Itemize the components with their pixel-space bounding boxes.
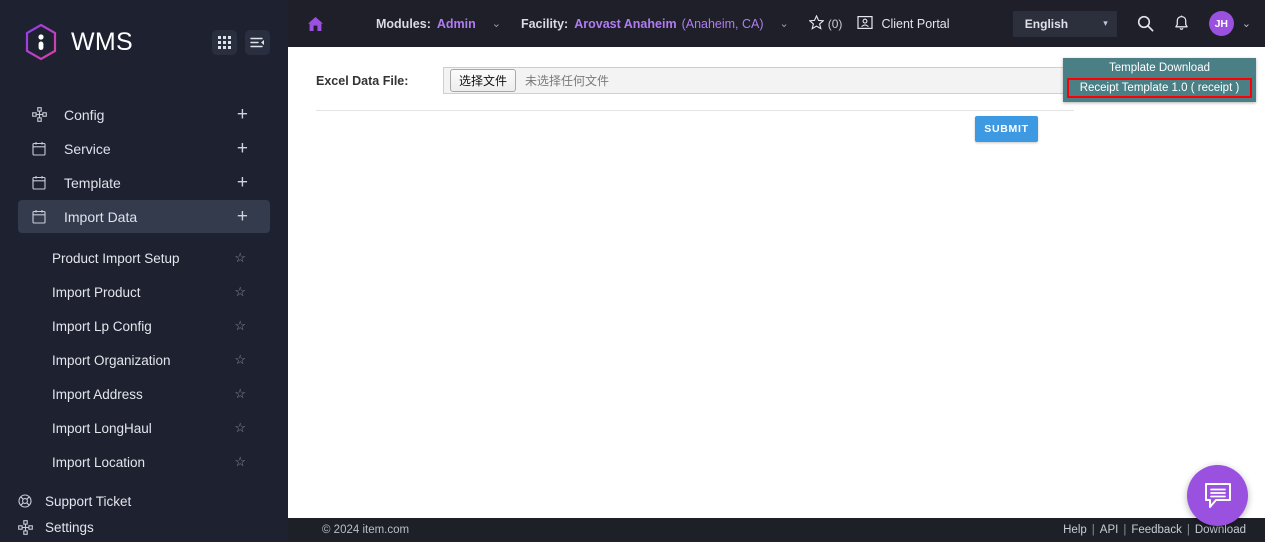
star-outline-icon (809, 15, 824, 33)
sidebar-item-service[interactable]: Service + (18, 132, 270, 165)
modules-value: Admin (437, 17, 476, 31)
modules-label: Modules: (376, 17, 431, 31)
sidebar-item-settings[interactable]: Settings (0, 514, 288, 540)
receipt-template-link[interactable]: Receipt Template 1.0 ( receipt ) (1080, 82, 1240, 94)
file-status-text: 未选择任何文件 (525, 72, 609, 89)
sidebar-item-template[interactable]: Template + (18, 166, 270, 199)
brand-name: WMS (71, 28, 133, 57)
lifebuoy-icon (18, 494, 38, 508)
sidebar-subitem-label: Import Organization (52, 353, 234, 368)
submit-button[interactable]: SUBMIT (975, 116, 1038, 142)
chevron-down-icon[interactable]: ⌄ (1242, 17, 1251, 30)
search-icon[interactable] (1137, 15, 1154, 32)
sidebar-bottom-nav: Support Ticket Setting (0, 488, 288, 540)
sidebar-item-support-ticket[interactable]: Support Ticket (0, 488, 288, 514)
id-card-icon (857, 15, 873, 33)
template-download-highlight[interactable]: Receipt Template 1.0 ( receipt ) (1067, 78, 1252, 98)
excel-data-file-row: Excel Data File: 选择文件 未选择任何文件 (316, 67, 1074, 94)
sidebar-subitem-label: Import Location (52, 455, 234, 470)
sidebar-sub-nav: Product Import Setup ☆ Import Product ☆ … (0, 241, 288, 479)
chevron-down-icon: ▾ (1103, 18, 1108, 29)
language-value: English (1025, 17, 1068, 31)
sidebar-item-import-product[interactable]: Import Product ☆ (0, 275, 288, 309)
facility-location: (Anaheim, CA) (682, 17, 764, 31)
footer: © 2024 item.com Help | API | Feedback | … (288, 518, 1265, 542)
sidebar-brand-row: WMS (0, 0, 288, 84)
favorite-star-icon[interactable]: ☆ (234, 386, 246, 402)
favorites-button[interactable]: (0) (809, 15, 843, 33)
sidebar-item-label: Import Data (64, 209, 237, 225)
sidebar-bottom-label: Settings (45, 520, 94, 535)
collapse-menu-icon[interactable] (245, 30, 270, 55)
calendar-icon (32, 175, 54, 190)
client-portal-button[interactable]: Client Portal (857, 15, 949, 33)
sidebar-bottom-label: Support Ticket (45, 494, 131, 509)
excel-data-file-label: Excel Data File: (316, 74, 443, 88)
sidebar-item-import-address[interactable]: Import Address ☆ (0, 377, 288, 411)
file-upload-input[interactable]: 选择文件 未选择任何文件 (443, 67, 1074, 94)
sidebar-subitem-label: Import Lp Config (52, 319, 234, 334)
chevron-down-icon[interactable]: ⌄ (492, 17, 501, 30)
template-download-title: Template Download (1067, 61, 1252, 76)
sidebar-item-config[interactable]: Config + (18, 98, 270, 131)
sidebar-subitem-label: Import Product (52, 285, 234, 300)
copyright-text: © 2024 item.com (322, 524, 409, 536)
language-select[interactable]: English ▾ (1013, 11, 1117, 37)
sitemap-icon (18, 520, 38, 535)
favorite-star-icon[interactable]: ☆ (234, 352, 246, 368)
sidebar-item-label: Config (64, 107, 237, 123)
modules-selector[interactable]: Modules: Admin ⌄ (376, 17, 501, 31)
expand-plus-icon[interactable]: + (237, 105, 248, 124)
sidebar-subitem-label: Import LongHaul (52, 421, 234, 436)
sidebar-item-import-data[interactable]: Import Data + (18, 200, 270, 233)
sitemap-icon (32, 107, 54, 122)
facility-value: Arovast Anaheim (574, 17, 676, 31)
facility-selector[interactable]: Facility: Arovast Anaheim (Anaheim, CA) … (521, 17, 789, 31)
form-divider (316, 110, 1074, 111)
chat-message-icon[interactable] (1187, 465, 1248, 526)
footer-link-api[interactable]: API (1095, 524, 1124, 536)
main-content: Excel Data File: 选择文件 未选择任何文件 SUBMIT (288, 47, 1265, 518)
hexagon-person-icon (24, 23, 58, 61)
sidebar-item-label: Template (64, 175, 237, 191)
calendar-icon (32, 209, 54, 224)
favorite-star-icon[interactable]: ☆ (234, 420, 246, 436)
sidebar-item-product-import-setup[interactable]: Product Import Setup ☆ (0, 241, 288, 275)
choose-file-button[interactable]: 选择文件 (450, 69, 516, 92)
apps-grid-icon[interactable] (212, 30, 237, 55)
home-icon[interactable] (288, 16, 342, 32)
sidebar-item-import-location[interactable]: Import Location ☆ (0, 445, 288, 479)
chevron-down-icon[interactable]: ⌄ (780, 17, 789, 30)
favorite-star-icon[interactable]: ☆ (234, 250, 246, 266)
sidebar-item-import-lp-config[interactable]: Import Lp Config ☆ (0, 309, 288, 343)
footer-links: Help | API | Feedback | Download (1058, 524, 1251, 536)
favorite-star-icon[interactable]: ☆ (234, 284, 246, 300)
client-portal-label: Client Portal (881, 17, 949, 31)
expand-plus-icon[interactable]: + (237, 173, 248, 192)
expand-plus-icon[interactable]: + (237, 139, 248, 158)
footer-link-feedback[interactable]: Feedback (1126, 524, 1187, 536)
sidebar-subitem-label: Import Address (52, 387, 234, 402)
bell-icon[interactable] (1174, 15, 1189, 32)
favorite-star-icon[interactable]: ☆ (234, 454, 246, 470)
sidebar-item-import-longhaul[interactable]: Import LongHaul ☆ (0, 411, 288, 445)
sidebar-primary-nav: Config + Service + (0, 98, 288, 233)
avatar[interactable]: JH (1209, 11, 1234, 36)
sidebar-item-import-organization[interactable]: Import Organization ☆ (0, 343, 288, 377)
sidebar: WMS (0, 0, 288, 542)
template-download-panel: Template Download Receipt Template 1.0 (… (1063, 58, 1256, 102)
facility-label: Facility: (521, 17, 568, 31)
sidebar-subitem-label: Product Import Setup (52, 251, 234, 266)
favorite-star-icon[interactable]: ☆ (234, 318, 246, 334)
calendar-icon (32, 141, 54, 156)
expand-plus-icon[interactable]: + (237, 207, 248, 226)
footer-link-help[interactable]: Help (1058, 524, 1092, 536)
top-navigation-bar: Modules: Admin ⌄ Facility: Arovast Anahe… (288, 0, 1265, 47)
favorites-count: (0) (828, 17, 843, 31)
sidebar-item-label: Service (64, 141, 237, 157)
application-window: WMS (0, 0, 1265, 542)
